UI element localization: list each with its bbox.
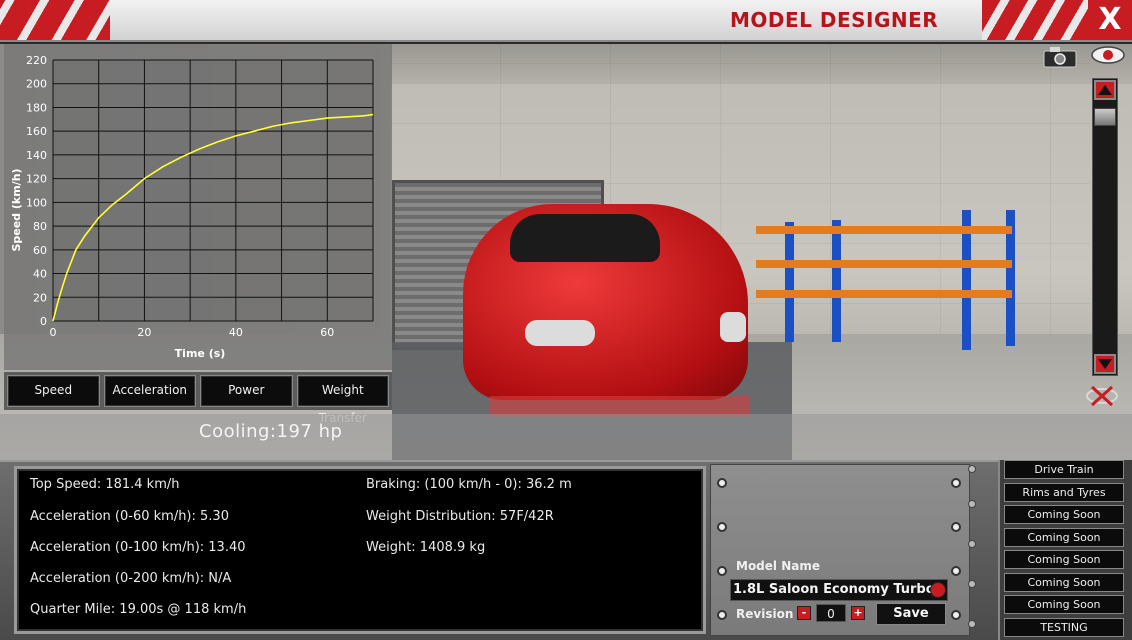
stat-weight: Weight: 1408.9 kg bbox=[366, 540, 486, 555]
shelf-beam bbox=[756, 290, 1012, 298]
rivet bbox=[717, 478, 727, 488]
model-name-label: Model Name bbox=[736, 559, 820, 573]
zoom-up-button[interactable] bbox=[1094, 80, 1116, 100]
x-tick-label: 60 bbox=[320, 326, 334, 339]
close-button[interactable]: X bbox=[1088, 0, 1132, 40]
plot-area bbox=[53, 60, 373, 321]
car-windshield bbox=[510, 214, 660, 262]
eye-icon[interactable] bbox=[1090, 44, 1126, 66]
menu-notch bbox=[968, 620, 976, 628]
tab-acceleration[interactable]: Acceleration bbox=[103, 375, 196, 407]
arrow-down-icon bbox=[1098, 359, 1112, 369]
tab-power[interactable]: Power bbox=[200, 375, 293, 407]
menu-item-coming-soon-2[interactable]: Coming Soon bbox=[1004, 528, 1124, 547]
stat-braking: Braking: (100 km/h - 0): 36.2 m bbox=[366, 477, 572, 492]
y-tick-label: 120 bbox=[26, 173, 47, 186]
clear-name-button[interactable] bbox=[930, 582, 946, 598]
revision-decrement-button[interactable]: - bbox=[797, 606, 811, 620]
graph-tab-bar: Speed Acceleration Power Weight Transfer bbox=[4, 372, 392, 425]
menu-notch bbox=[968, 580, 976, 588]
revision-label: Revision bbox=[736, 607, 794, 621]
stat-accel-0-200: Acceleration (0-200 km/h): N/A bbox=[30, 571, 232, 586]
title-stripes-left bbox=[0, 0, 110, 40]
shelf-post bbox=[832, 220, 841, 342]
rivet bbox=[717, 522, 727, 532]
tab-weight-transfer[interactable]: Weight Transfer bbox=[296, 375, 389, 425]
rivet bbox=[951, 478, 961, 488]
shelf-post bbox=[785, 222, 794, 342]
cooling-strip bbox=[0, 414, 1132, 460]
y-tick-label: 20 bbox=[33, 291, 47, 304]
rivet bbox=[951, 566, 961, 576]
y-tick-label: 180 bbox=[26, 101, 47, 114]
menu-notch bbox=[968, 500, 976, 508]
menu-item-coming-soon-1[interactable]: Coming Soon bbox=[1004, 505, 1124, 524]
y-tick-label: 40 bbox=[33, 268, 47, 281]
x-tick-label: 20 bbox=[137, 326, 151, 339]
stat-accel-0-60: Acceleration (0-60 km/h): 5.30 bbox=[30, 509, 229, 524]
stat-accel-0-100: Acceleration (0-100 km/h): 13.40 bbox=[30, 540, 246, 555]
model-name-input[interactable]: 1.8L Saloon Economy Turbo bbox=[730, 579, 948, 601]
y-tick-label: 80 bbox=[33, 220, 47, 233]
rivet bbox=[951, 522, 961, 532]
zoom-slider-thumb[interactable] bbox=[1094, 108, 1116, 126]
rivet bbox=[717, 610, 727, 620]
speed-graph-panel: 0 20 40 60 80 100 120 140 160 180 200 220 0 20 40 60 T… bbox=[4, 44, 392, 370]
page-title: MODEL DESIGNER bbox=[730, 8, 939, 32]
y-tick-label: 220 bbox=[26, 54, 47, 67]
y-tick-labels: 0 20 40 60 80 100 120 140 160 180 200 220 bbox=[26, 54, 47, 328]
eye-crossed-icon[interactable] bbox=[1084, 384, 1120, 408]
y-tick-label: 60 bbox=[33, 244, 47, 257]
menu-item-drive-train[interactable]: Drive Train bbox=[1004, 460, 1124, 479]
x-axis-label: Time (s) bbox=[175, 347, 226, 360]
tab-speed[interactable]: Speed bbox=[7, 375, 100, 407]
y-tick-label: 0 bbox=[40, 315, 47, 328]
car-headlight bbox=[525, 320, 595, 346]
stat-quarter-mile: Quarter Mile: 19.00s @ 118 km/h bbox=[30, 602, 247, 617]
revision-increment-button[interactable]: + bbox=[851, 606, 865, 620]
camera-icon[interactable] bbox=[1042, 46, 1078, 68]
menu-item-coming-soon-5[interactable]: Coming Soon bbox=[1004, 595, 1124, 614]
x-tick-label: 40 bbox=[229, 326, 243, 339]
y-tick-label: 100 bbox=[26, 196, 47, 209]
x-tick-labels: 0 20 40 60 bbox=[50, 326, 335, 339]
zoom-down-button[interactable] bbox=[1094, 354, 1116, 374]
y-tick-label: 140 bbox=[26, 149, 47, 162]
menu-notch bbox=[968, 465, 976, 473]
menu-item-rims-and-tyres[interactable]: Rims and Tyres bbox=[1004, 483, 1124, 502]
arrow-up-icon bbox=[1098, 85, 1112, 95]
menu-item-coming-soon-3[interactable]: Coming Soon bbox=[1004, 550, 1124, 569]
rivet bbox=[717, 566, 727, 576]
stat-weight-distribution: Weight Distribution: 57F/42R bbox=[366, 509, 554, 524]
menu-item-testing[interactable]: TESTING bbox=[1004, 618, 1124, 637]
y-tick-label: 200 bbox=[26, 78, 47, 91]
cooling-readout: Cooling:197 hp bbox=[199, 421, 343, 442]
stat-top-speed: Top Speed: 181.4 km/h bbox=[30, 477, 180, 492]
shelf-beam bbox=[756, 260, 1012, 268]
title-bar: MODEL DESIGNER X bbox=[0, 0, 1132, 42]
y-tick-label: 160 bbox=[26, 125, 47, 138]
revision-value: 0 bbox=[816, 604, 846, 622]
x-tick-label: 0 bbox=[50, 326, 57, 339]
shelf-beam bbox=[756, 226, 1012, 234]
app-window: MODEL DESIGNER X 0 20 40 60 80 100 120 140 160 18… bbox=[0, 0, 1132, 640]
title-stripes-right bbox=[982, 0, 1092, 40]
car-headlight bbox=[720, 312, 746, 342]
save-button[interactable]: Save bbox=[876, 603, 946, 625]
speed-chart: 0 20 40 60 80 100 120 140 160 180 200 220 0 20 40 60 T… bbox=[10, 54, 374, 360]
menu-item-coming-soon-4[interactable]: Coming Soon bbox=[1004, 573, 1124, 592]
menu-notch bbox=[968, 540, 976, 548]
rivet bbox=[951, 610, 961, 620]
y-axis-label: Speed (km/h) bbox=[10, 168, 23, 251]
